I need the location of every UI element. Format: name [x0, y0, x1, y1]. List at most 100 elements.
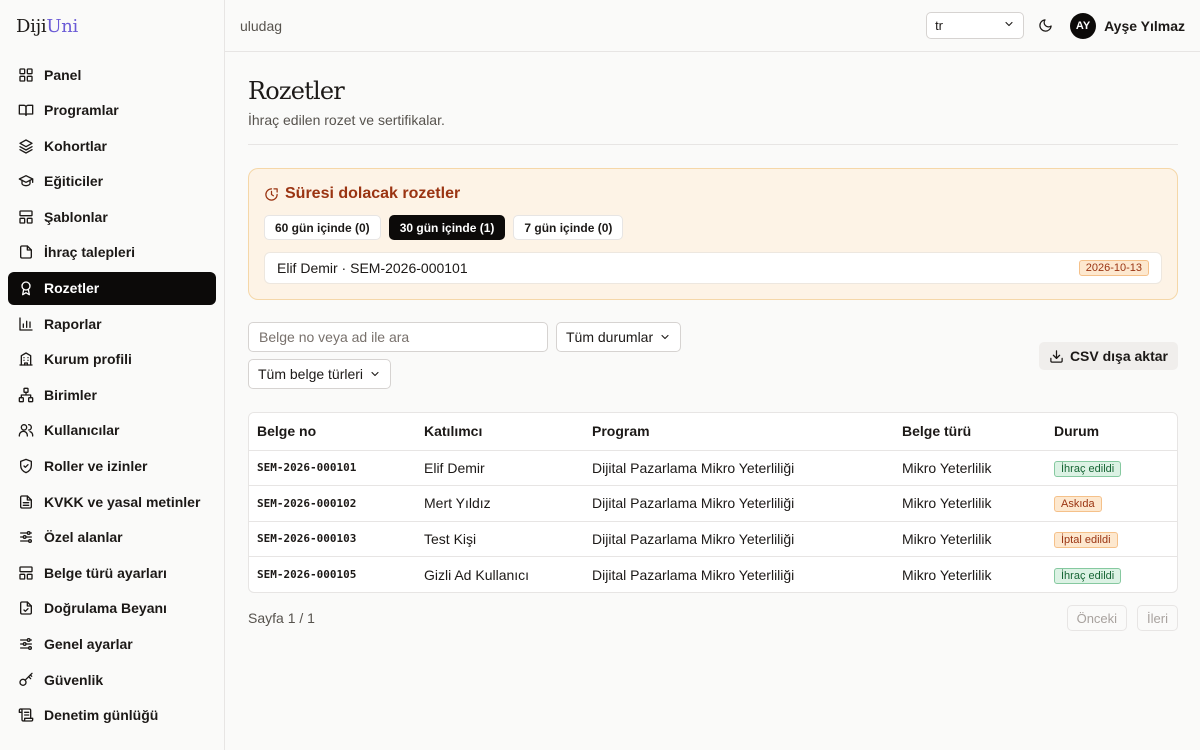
participant-cell: Mert Yıldız [416, 485, 584, 522]
column-header-status: Durum [1046, 413, 1177, 451]
avatar[interactable]: AY [1070, 12, 1097, 39]
pagination-buttons: Önceki İleri [1066, 605, 1178, 631]
file-icon [18, 244, 34, 260]
status-cell: Askıda [1046, 485, 1177, 522]
sliders-icon [18, 636, 34, 652]
sidebar: Diji Uni Panel Programlar Kohortlar Eğiticil… [0, 0, 225, 750]
language-value: tr [935, 18, 944, 33]
download-icon [1049, 349, 1064, 364]
org-name: uludag [240, 17, 283, 34]
theme-toggle-button[interactable] [1032, 13, 1058, 39]
filter-controls: Tüm durumlar Tüm belge türleri [248, 322, 682, 389]
sidebar-item-denetim-g-nl[interactable]: Denetim günlüğü [8, 699, 216, 732]
logo-accent: Uni [46, 15, 78, 37]
status-badge: İhraç edildi [1054, 567, 1122, 584]
file-check-icon [18, 600, 34, 616]
book-icon [18, 102, 34, 118]
table-row[interactable]: SEM-2026-000105 Gizli Ad Kullanıcı Dijital… [249, 557, 1177, 593]
sidebar-item-label: Panel [44, 66, 82, 83]
sidebar-item-birimler[interactable]: Birimler [8, 378, 216, 411]
status-filter-select[interactable]: Tüm durumlar [556, 322, 682, 352]
key-icon [18, 672, 34, 688]
sidebar-item-label: Şablonlar [44, 208, 108, 225]
sidebar-item-do-rulama-beyan[interactable]: Doğrulama Beyanı [8, 592, 216, 625]
sidebar-item-roller-ve-izinler[interactable]: Roller ve izinler [8, 450, 216, 483]
sidebar-item-e-iticiler[interactable]: Eğiticiler [8, 165, 216, 198]
expiring-item[interactable]: Elif Demir · SEM-2026-000101 2026-10-13 [264, 252, 1162, 284]
grid-icon [18, 67, 34, 83]
search-input[interactable] [248, 322, 548, 352]
document-no-cell: SEM-2026-000105 [257, 568, 357, 581]
layers-icon [18, 138, 34, 154]
table-row[interactable]: SEM-2026-000103 Test Kişi Dijital Pazarlam… [249, 521, 1177, 557]
column-header-program: Program [584, 413, 894, 451]
csv-export-label: CSV dışa aktar [1069, 348, 1168, 364]
sidebar-item-panel[interactable]: Panel [8, 58, 216, 91]
sidebar-item-programlar[interactable]: Programlar [8, 94, 216, 127]
sidebar-item-kurum-profili[interactable]: Kurum profili [8, 343, 216, 376]
sidebar-item-g-venlik[interactable]: Güvenlik [8, 663, 216, 696]
sidebar-item-label: Kohortlar [44, 137, 107, 154]
sidebar-item-kullan-c-lar[interactable]: Kullanıcılar [8, 414, 216, 447]
sidebar-item-rozetler[interactable]: Rozetler [8, 271, 216, 305]
table-header-row: Belge no Katılımcı Program Belge türü Du… [249, 413, 1177, 451]
sidebar-item-label: Genel ayarlar [44, 636, 133, 652]
sidebar-item-genel-ayarlar[interactable]: Genel ayarlar [8, 628, 216, 661]
document-type-filter-select[interactable]: Tüm belge türleri [248, 359, 392, 389]
filter-bar: Tüm durumlar Tüm belge türleri [248, 322, 1178, 389]
app-logo[interactable]: Diji Uni [0, 0, 224, 52]
expiry-window-chip[interactable]: 7 gün içinde (0) [513, 215, 624, 240]
sidebar-item-label: KVKK ve yasal metinler [44, 493, 201, 510]
scroll-icon [18, 707, 34, 723]
sidebar-item-kohortlar[interactable]: Kohortlar [8, 129, 216, 162]
status-badge: İptal edildi [1054, 531, 1118, 548]
document-type-cell: Mikro Yeterlilik [894, 485, 1046, 522]
pagination: Sayfa 1 / 1 Önceki İleri [248, 605, 1178, 631]
language-select[interactable]: tr [926, 12, 1025, 39]
user-name[interactable]: Ayşe Yılmaz [1104, 18, 1185, 34]
table-row[interactable]: SEM-2026-000102 Mert Yıldız Dijital Pazarl… [249, 485, 1177, 522]
sidebar-item-zel-alanlar[interactable]: Özel alanlar [8, 521, 216, 554]
expiring-filter-chips: 60 gün içinde (0) 30 gün içinde (1) 7 gün … [264, 215, 1162, 240]
expiring-title: Süresi dolacak rozetler [264, 185, 1162, 203]
sidebar-item-raporlar[interactable]: Raporlar [8, 307, 216, 340]
participant-cell: Elif Demir [416, 450, 584, 486]
participant-cell: Test Kişi [416, 521, 584, 557]
page-indicator: Sayfa 1 / 1 [248, 610, 315, 626]
table-row[interactable]: SEM-2026-000101 Elif Demir Dijital Pazarla… [249, 450, 1177, 486]
expiry-window-chip[interactable]: 60 gün içinde (0) [264, 215, 381, 240]
document-type-cell: Mikro Yeterlilik [894, 521, 1046, 557]
main-area: uludag tr AY Ayşe Yılmaz Rozetler İhraç … [225, 0, 1200, 750]
logo-text: Diji [16, 15, 47, 37]
csv-export-button[interactable]: CSV dışa aktar [1038, 342, 1178, 370]
building-icon [18, 351, 34, 367]
sidebar-item-label: Denetim günlüğü [44, 707, 159, 724]
network-icon [18, 387, 34, 403]
status-cell: İhraç edildi [1046, 450, 1177, 486]
badges-table: Belge no Katılımcı Program Belge türü Du… [248, 412, 1178, 593]
sidebar-item-belge-t-r-ayarlar[interactable]: Belge türü ayarları [8, 556, 216, 589]
status-cell: İhraç edildi [1046, 557, 1177, 593]
topbar: uludag tr AY Ayşe Yılmaz [225, 0, 1200, 52]
expiry-window-chip[interactable]: 30 gün içinde (1) [388, 215, 506, 240]
column-header-document-no: Belge no [249, 413, 416, 451]
sidebar-item-kvkk-ve-yasal-metinler[interactable]: KVKK ve yasal metinler [8, 485, 216, 518]
sidebar-nav: Panel Programlar Kohortlar Eğiticiler Şablon… [0, 52, 224, 740]
document-type-cell: Mikro Yeterlilik [894, 450, 1046, 486]
participant-cell: Gizli Ad Kullanıcı [424, 566, 530, 583]
sidebar-item-label: Roller ve izinler [44, 458, 148, 475]
users-icon [18, 422, 34, 438]
document-no-cell: SEM-2026-000101 [249, 450, 416, 486]
next-page-button[interactable]: İleri [1137, 605, 1178, 631]
expiring-title-text: Süresi dolacak rozetler [285, 185, 461, 202]
filter-row-1: Tüm durumlar [248, 322, 682, 352]
previous-page-button[interactable]: Önceki [1066, 605, 1128, 631]
sidebar-item-i-hra-talepleri[interactable]: İhraç talepleri [8, 236, 216, 269]
document-no-cell: SEM-2026-000102 [249, 485, 416, 522]
divider [248, 144, 1178, 145]
sidebar-item-label: Eğiticiler [44, 173, 104, 190]
status-badge: İhraç edildi [1054, 460, 1122, 477]
sidebar-item-ablonlar[interactable]: Şablonlar [8, 200, 216, 233]
filter-row-2: Tüm belge türleri [248, 359, 681, 389]
program-cell: Dijital Pazarlama Mikro Yeterliliği [584, 521, 894, 557]
